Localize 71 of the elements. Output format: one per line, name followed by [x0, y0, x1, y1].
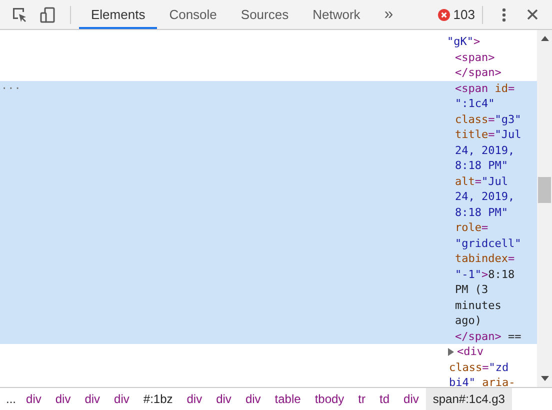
breadcrumb-item[interactable]: #:1bz — [136, 388, 180, 410]
code-token: = — [488, 112, 495, 126]
code-token: "-1" — [455, 268, 482, 280]
code-token: 8:18 PM" — [455, 206, 508, 218]
breadcrumb-item[interactable]: div — [48, 388, 78, 410]
panel-tab[interactable]: Console — [157, 0, 229, 29]
scrollbar[interactable] — [537, 30, 552, 387]
code-token: </span> — [455, 330, 502, 342]
code-token: > — [474, 35, 480, 48]
code-token: > — [482, 268, 488, 280]
breadcrumb-item[interactable]: table — [268, 388, 308, 410]
code-token: id — [494, 82, 508, 94]
panel-tab[interactable]: Sources — [228, 0, 301, 29]
breadcrumb-item[interactable]: span#:1c4.g3 — [426, 388, 512, 410]
code-token: = — [488, 128, 495, 141]
code-token: = — [508, 252, 515, 265]
expand-triangle-icon[interactable] — [447, 348, 455, 356]
code-token: "Jul — [482, 174, 508, 188]
dom-node-row[interactable]: ... <span id= ":1c4" class="g3" title="Jul 24, 2019, 8:18 PM" alt="Jul 24, 2019, 8:18 PM" role= "gridcell" tabindex= "-1">8:18 PM (3 minutes ago) </span> == — [0, 80, 537, 344]
code-token: title — [455, 128, 488, 141]
code-token: ago) — [455, 314, 482, 327]
code-token: ":1c4" — [455, 97, 495, 110]
code-token: == — [506, 330, 522, 342]
code-token: class — [449, 360, 482, 374]
scroll-down-icon[interactable] — [540, 376, 548, 381]
breadcrumb-item[interactable]: div — [209, 388, 238, 410]
dom-node-row[interactable]: <div class="zd bi4" aria- — [0, 344, 537, 387]
code-token: 8:18 — [488, 268, 515, 280]
code-token: class — [455, 112, 488, 126]
code-token: 24, 2019, — [455, 190, 515, 203]
code-token: 8:18 PM" — [455, 159, 508, 172]
code-token: PM (3 — [455, 283, 488, 296]
device-toolbar-icon[interactable] — [38, 4, 58, 24]
code-token: "gK" — [447, 35, 474, 48]
breadcrumb-item[interactable]: div — [19, 388, 48, 410]
code-token: </span> — [455, 66, 502, 79]
code-token: role — [455, 221, 482, 234]
code-token: <span — [455, 82, 490, 94]
code-token: "g3" — [494, 112, 522, 126]
breadcrumb-item[interactable]: tbody — [308, 388, 352, 410]
dom-node-row[interactable]: <span> </span> — [0, 50, 537, 80]
code-token: = — [482, 360, 489, 374]
code-token: = — [474, 174, 482, 188]
code-token: 24, 2019, — [455, 144, 515, 156]
breadcrumb-item[interactable]: div — [78, 388, 108, 410]
scroll-up-icon[interactable] — [540, 36, 548, 41]
breadcrumb-item[interactable]: div — [107, 388, 136, 410]
breadcrumb-item[interactable]: div — [396, 388, 426, 410]
scrollbar-thumb[interactable] — [538, 177, 551, 203]
breadcrumb-item[interactable]: div — [238, 388, 268, 410]
code-token: tabindex — [455, 252, 508, 265]
more-tabs-button[interactable]: » — [372, 0, 406, 29]
error-count[interactable]: 103 — [453, 7, 475, 22]
code-token: "zd — [488, 360, 509, 374]
code-token: aria- — [481, 376, 516, 387]
breadcrumb-item[interactable]: div — [180, 388, 210, 410]
breadcrumb-item[interactable]: tr — [351, 388, 373, 410]
code-token: = — [482, 221, 488, 234]
code-token: "gridcell" — [455, 236, 522, 250]
code-token: alt — [455, 174, 475, 188]
code-token: "Jul — [494, 128, 522, 141]
code-token: minutes — [455, 298, 502, 312]
code-token: bi4" — [449, 376, 476, 387]
panel-tab[interactable]: Network — [300, 0, 372, 29]
breadcrumb-item[interactable]: td — [372, 388, 397, 410]
breadcrumb-ellipsis[interactable]: ... — [6, 392, 16, 406]
code-token: <span> — [455, 50, 495, 64]
error-icon — [438, 8, 450, 20]
code-token: <div — [457, 345, 484, 358]
panel-tab[interactable]: Elements — [79, 0, 158, 29]
code-token: = — [508, 82, 515, 94]
